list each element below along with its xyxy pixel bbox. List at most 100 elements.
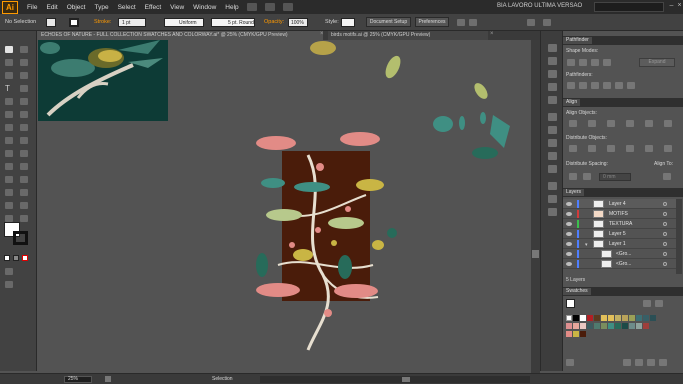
workspace-switcher[interactable]: BIA LAVORO ULTIMA VERSAO (497, 3, 582, 9)
swatch[interactable] (566, 323, 572, 329)
swatch-none[interactable] (566, 315, 572, 321)
curvature-tool-icon[interactable] (19, 71, 29, 80)
visibility-eye-icon[interactable] (566, 232, 572, 236)
arrange-documents-icon[interactable] (264, 3, 275, 11)
spacing-field[interactable]: 0 mm (599, 173, 631, 181)
swatch[interactable] (580, 315, 586, 321)
swatch-fill-icon[interactable] (566, 299, 575, 308)
type-tool-icon[interactable]: T (4, 84, 14, 93)
layer-row[interactable]: Layer 5 (563, 229, 676, 239)
swatch[interactable] (629, 315, 635, 321)
swatch[interactable] (580, 323, 586, 329)
sublayer-row[interactable]: <Gro... (563, 259, 676, 269)
horizontal-scrollbar-thumb[interactable] (402, 377, 410, 382)
opentype-panel-icon[interactable] (548, 208, 557, 216)
layer-row[interactable]: Layer 4 (563, 199, 676, 209)
scale-tool-icon[interactable] (19, 123, 29, 132)
swatch[interactable] (573, 323, 579, 329)
layer-name[interactable]: <Gro... (616, 261, 631, 267)
target-circle-icon[interactable] (663, 202, 667, 206)
color-panel-icon[interactable] (548, 44, 557, 52)
symbols-panel-icon[interactable] (548, 96, 557, 104)
gradient-mode-icon[interactable] (13, 255, 19, 261)
menu-help[interactable]: Help (225, 4, 238, 11)
pencil-tool-icon[interactable] (4, 110, 14, 119)
horizontal-scrollbar[interactable] (260, 376, 530, 383)
layer-row[interactable]: MOTIFS (563, 209, 676, 219)
target-circle-icon[interactable] (663, 222, 667, 226)
lasso-tool-icon[interactable] (19, 58, 29, 67)
artboard-navigation-icon[interactable] (105, 376, 111, 382)
color-mode-icon[interactable] (4, 255, 10, 261)
horizontal-align-left-icon[interactable] (569, 120, 577, 127)
layer-row[interactable]: TEXTURA (563, 219, 676, 229)
menu-edit[interactable]: Edit (46, 4, 57, 11)
visibility-eye-icon[interactable] (566, 222, 572, 226)
artboard-canvas[interactable] (38, 40, 531, 373)
new-swatch-icon[interactable] (647, 359, 655, 366)
vertical-align-bottom-icon[interactable] (664, 120, 672, 127)
transparency-panel-icon[interactable] (548, 139, 557, 147)
menu-object[interactable]: Object (67, 4, 86, 11)
eraser-tool-icon[interactable] (19, 110, 29, 119)
swatch[interactable] (580, 331, 586, 337)
swatch[interactable] (608, 315, 614, 321)
magic-wand-tool-icon[interactable] (4, 58, 14, 67)
layer-name[interactable]: TEXTURA (609, 221, 632, 227)
vertical-distribute-top-icon[interactable] (569, 145, 577, 152)
character-panel-icon[interactable] (548, 182, 557, 190)
column-graph-tool-icon[interactable] (19, 188, 29, 197)
swatch[interactable] (629, 323, 635, 329)
pen-tool-icon[interactable] (4, 71, 14, 80)
vertical-distribute-space-icon[interactable] (569, 173, 577, 180)
swatch[interactable] (636, 315, 642, 321)
stroke-swatch[interactable] (69, 18, 79, 27)
vertical-distribute-center-icon[interactable] (588, 145, 596, 152)
target-circle-icon[interactable] (663, 252, 667, 256)
menu-select[interactable]: Select (118, 4, 136, 11)
swatch-options-icon[interactable] (635, 359, 643, 366)
appearance-panel-icon[interactable] (548, 152, 557, 160)
align-icon[interactable] (457, 19, 465, 26)
close-tab-icon[interactable]: × (490, 31, 494, 37)
swatch[interactable] (573, 331, 579, 337)
exclude-icon[interactable] (603, 59, 611, 66)
swatch[interactable] (587, 315, 593, 321)
preferences-button[interactable]: Preferences (415, 17, 449, 27)
graphic-style-picker[interactable] (341, 18, 355, 27)
rectangle-tool-icon[interactable] (4, 97, 14, 106)
thumbnail-view-icon[interactable] (655, 300, 663, 307)
search-input[interactable] (594, 2, 664, 12)
zoom-tool-icon[interactable] (19, 214, 29, 223)
swatch[interactable] (636, 323, 642, 329)
minimize-icon[interactable]: – (668, 2, 675, 10)
minus-front-icon[interactable] (579, 59, 587, 66)
target-circle-icon[interactable] (663, 262, 667, 266)
swatch[interactable] (594, 315, 600, 321)
vertical-align-center-icon[interactable] (645, 120, 653, 127)
vertical-distribute-bottom-icon[interactable] (607, 145, 615, 152)
pattern-thumbnail[interactable] (38, 40, 168, 121)
fill-swatch[interactable] (46, 18, 56, 27)
horizontal-distribute-center-icon[interactable] (645, 145, 653, 152)
width-tool-icon[interactable] (4, 136, 14, 145)
close-tab-icon[interactable]: × (320, 31, 324, 37)
zoom-field[interactable]: 25% (64, 376, 92, 383)
divide-icon[interactable] (567, 82, 575, 89)
crop-icon[interactable] (603, 82, 611, 89)
horizontal-distribute-space-icon[interactable] (583, 173, 591, 180)
line-segment-tool-icon[interactable] (19, 84, 29, 93)
transform-icon[interactable] (469, 19, 477, 26)
graphic-styles-panel-icon[interactable] (548, 165, 557, 173)
expand-button[interactable]: Expand (639, 58, 675, 67)
horizontal-align-right-icon[interactable] (607, 120, 615, 127)
perspective-grid-tool-icon[interactable] (19, 149, 29, 158)
swatch[interactable] (615, 323, 621, 329)
vertical-scrollbar[interactable] (531, 40, 540, 373)
align-to-selection-icon[interactable] (663, 173, 671, 180)
bridge-icon[interactable] (246, 3, 257, 11)
layers-scrollbar[interactable] (676, 199, 682, 274)
horizontal-align-center-icon[interactable] (588, 120, 596, 127)
swatch[interactable] (643, 323, 649, 329)
sublayer-row[interactable]: <Gro... (563, 249, 676, 259)
